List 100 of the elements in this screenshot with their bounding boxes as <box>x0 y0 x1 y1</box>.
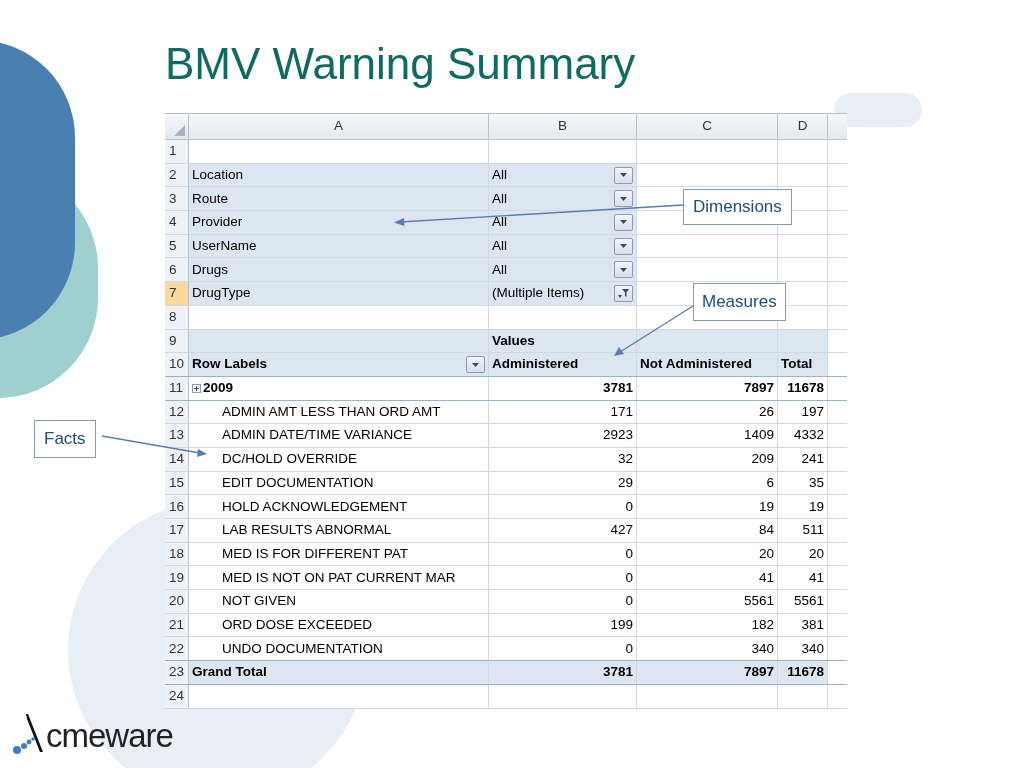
filter-label: UserName <box>189 234 489 258</box>
caret-icon <box>472 362 479 367</box>
dropdown-button[interactable] <box>614 166 633 184</box>
table-cell: ADMIN AMT LESS THAN ORD AMT <box>189 400 489 424</box>
table-cell: 19 <box>637 495 778 518</box>
table-cell: MED IS NOT ON PAT CURRENT MAR <box>189 566 489 590</box>
row-header[interactable]: 20 <box>165 590 189 613</box>
dropdown-button[interactable] <box>614 213 633 231</box>
table-cell: 511 <box>778 519 828 542</box>
expand-icon[interactable] <box>192 383 201 393</box>
table-cell: 19 <box>778 495 828 518</box>
row-header[interactable]: 19 <box>165 566 189 590</box>
table-cell: 6 <box>637 471 778 495</box>
row-header[interactable]: 15 <box>165 471 189 495</box>
table-cell: LAB RESULTS ABNORMAL <box>189 519 489 542</box>
table-cell: EDIT DOCUMENTATION <box>189 471 489 495</box>
filter-value: (Multiple Items) <box>492 284 585 303</box>
table-cell: 0 <box>489 542 637 566</box>
table-cell: 84 <box>637 519 778 542</box>
table-cell: 3781 <box>489 661 637 684</box>
row-header[interactable]: 8 <box>165 305 189 329</box>
row-header[interactable]: 2 <box>165 163 189 187</box>
table-cell: 340 <box>778 637 828 661</box>
column-header-cell[interactable]: C <box>637 114 778 139</box>
select-all-icon <box>174 125 185 136</box>
funnel-icon <box>618 288 629 298</box>
row-header[interactable]: 13 <box>165 424 189 447</box>
table-cell: 197 <box>778 400 828 424</box>
group-label: 2009 <box>203 379 234 398</box>
table-cell: 41 <box>637 566 778 590</box>
caret-icon <box>620 196 627 201</box>
column-header: Not Administered <box>637 353 778 376</box>
caret-icon <box>620 173 627 178</box>
filter-label: Route <box>189 187 489 211</box>
table-cell: 0 <box>489 566 637 590</box>
row-header[interactable]: 22 <box>165 637 189 661</box>
logo-text: cmeware <box>46 716 173 756</box>
column-header: Total <box>778 353 828 376</box>
table-cell: 7897 <box>637 661 778 684</box>
row-header[interactable]: 21 <box>165 613 189 637</box>
caret-icon <box>620 267 627 272</box>
table-cell: 3781 <box>489 376 637 400</box>
table-cell: 5561 <box>637 590 778 613</box>
row-header[interactable]: 7 <box>165 282 189 305</box>
dropdown-button[interactable] <box>614 190 633 208</box>
row-header[interactable]: 23 <box>165 661 189 684</box>
row-header[interactable]: 17 <box>165 519 189 542</box>
row-header[interactable]: 6 <box>165 258 189 282</box>
row-header[interactable]: 9 <box>165 329 189 353</box>
table-cell: ADMIN DATE/TIME VARIANCE <box>189 424 489 447</box>
filter-button[interactable] <box>614 284 633 302</box>
row-header[interactable]: 18 <box>165 542 189 566</box>
table-cell: HOLD ACKNOWLEDGEMENT <box>189 495 489 518</box>
table-cell: 0 <box>489 637 637 661</box>
column-header: Administered <box>489 353 637 376</box>
row-header[interactable]: 3 <box>165 187 189 211</box>
table-cell: 11678 <box>778 376 828 400</box>
row-header[interactable]: 16 <box>165 495 189 518</box>
filter-value: All <box>492 213 507 232</box>
table-cell: 4332 <box>778 424 828 447</box>
table-cell: UNDO DOCUMENTATION <box>189 637 489 661</box>
column-header-cell[interactable]: A <box>189 114 489 139</box>
filter-value: All <box>492 260 507 279</box>
row-header[interactable]: 10 <box>165 353 189 376</box>
row-header[interactable]: 1 <box>165 140 189 163</box>
values-caption: Values <box>489 329 637 353</box>
dropdown-button[interactable] <box>614 237 633 255</box>
dropdown-button[interactable] <box>614 261 633 279</box>
row-header[interactable]: 24 <box>165 684 189 708</box>
filter-label: Provider <box>189 211 489 234</box>
column-header-cell[interactable]: D <box>778 114 828 139</box>
callout-box: Facts <box>34 420 96 458</box>
row-header[interactable]: 5 <box>165 234 189 258</box>
table-cell: 199 <box>489 613 637 637</box>
slide-title: BMV Warning Summary <box>165 38 636 90</box>
row-header[interactable]: 4 <box>165 211 189 234</box>
table-cell: 1409 <box>637 424 778 447</box>
caret-icon <box>620 244 627 249</box>
table-cell: 427 <box>489 519 637 542</box>
table-cell: Grand Total <box>189 661 489 684</box>
table-cell: 2923 <box>489 424 637 447</box>
table-cell: 0 <box>489 495 637 518</box>
dropdown-button[interactable] <box>466 356 485 374</box>
table-cell: 171 <box>489 400 637 424</box>
table-cell: 41 <box>778 566 828 590</box>
row-header[interactable]: 11 <box>165 376 189 400</box>
table-cell: 32 <box>489 447 637 471</box>
filter-label: Drugs <box>189 258 489 282</box>
filter-label: Location <box>189 163 489 187</box>
table-cell: 340 <box>637 637 778 661</box>
table-cell: 20 <box>778 542 828 566</box>
table-cell: 209 <box>637 447 778 471</box>
caret-icon <box>620 220 627 225</box>
table-cell: 0 <box>489 590 637 613</box>
row-header[interactable]: 12 <box>165 400 189 424</box>
table-cell: 7897 <box>637 376 778 400</box>
callout-box: Measures <box>693 283 786 321</box>
logo-mark-icon <box>12 712 46 756</box>
filter-value: All <box>492 189 507 208</box>
column-header-cell[interactable]: B <box>489 114 637 139</box>
